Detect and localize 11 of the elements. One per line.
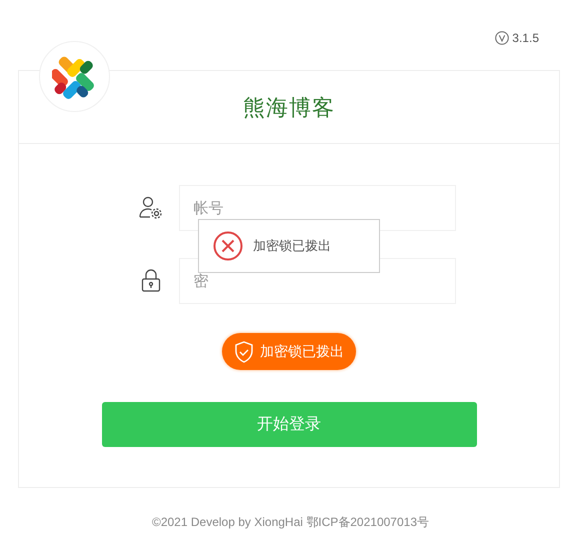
version-text: 3.1.5 — [512, 31, 539, 45]
site-title: 熊海博客 — [243, 95, 335, 123]
lock-status-badge: 加密锁已拨出 — [222, 333, 356, 370]
lock-icon — [140, 269, 160, 293]
shield-check-icon — [234, 340, 254, 362]
login-button[interactable]: 开始登录 — [102, 402, 476, 447]
user-gear-icon — [138, 196, 162, 220]
error-icon — [213, 231, 243, 261]
v-icon — [495, 31, 510, 45]
toast-message: 加密锁已拨出 — [253, 238, 331, 255]
footer-text: ©2021 Develop by XiongHai 鄂ICP备2021007013号 — [152, 515, 429, 529]
